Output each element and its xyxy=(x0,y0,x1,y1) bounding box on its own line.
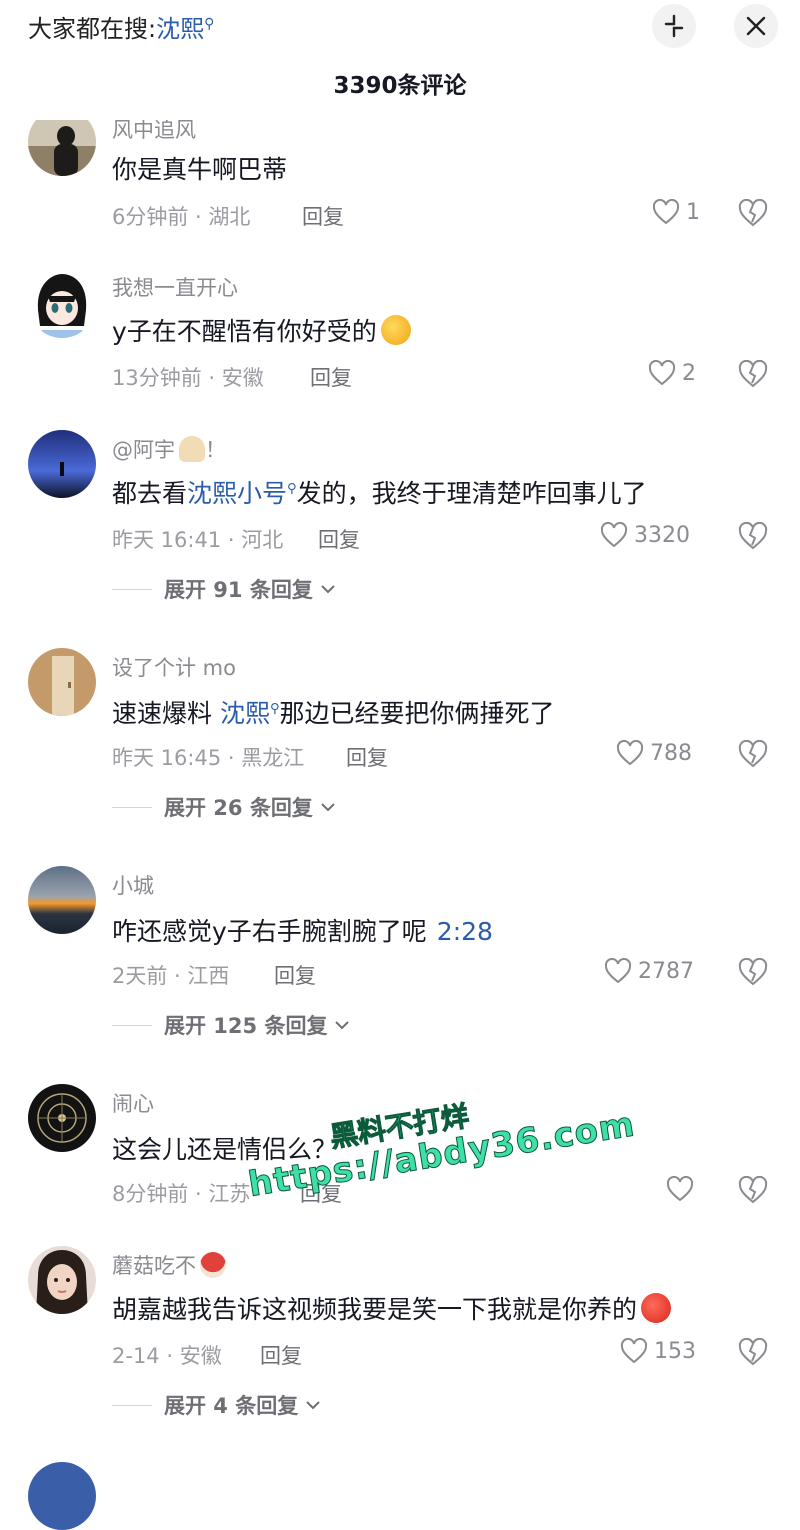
like-button[interactable] xyxy=(666,1176,700,1202)
like-count: 3320 xyxy=(634,522,690,548)
like-count: 153 xyxy=(654,1338,696,1364)
chevron-down-icon xyxy=(321,803,335,812)
dislike-button[interactable] xyxy=(738,739,768,772)
heart-icon xyxy=(666,1176,694,1202)
dislike-button[interactable] xyxy=(738,521,768,554)
comment-meta: 昨天 16:41 · 河北 xyxy=(112,528,284,552)
comment-text: 你是真牛啊巴蒂 xyxy=(112,155,288,184)
heart-icon xyxy=(648,360,676,386)
like-button[interactable]: 153 xyxy=(620,1338,696,1364)
comment-meta: 8分钟前 · 江苏 xyxy=(112,1182,251,1206)
collapse-icon xyxy=(664,14,684,38)
comments-header: 大家都在搜:沈熙⚲ 3390条评论 xyxy=(0,0,800,120)
collapse-button[interactable] xyxy=(652,4,696,48)
comment-username[interactable]: 蘑菇吃不 xyxy=(112,1250,226,1280)
heart-icon xyxy=(652,199,680,225)
dislike-heart-icon xyxy=(738,521,768,550)
avatar[interactable] xyxy=(28,1246,96,1314)
chevron-down-icon xyxy=(321,585,335,594)
dislike-button[interactable] xyxy=(738,1175,768,1208)
like-button[interactable]: 2 xyxy=(648,360,696,386)
comment-username[interactable]: 闹心 xyxy=(112,1088,154,1118)
chevron-down-icon xyxy=(306,1401,320,1410)
dislike-button[interactable] xyxy=(738,957,768,990)
like-button[interactable]: 1 xyxy=(652,199,700,225)
expand-replies-button[interactable]: 展开 125 条回复 xyxy=(112,1010,351,1040)
comment-username[interactable]: 小城 xyxy=(112,870,154,900)
like-count: 788 xyxy=(650,740,692,766)
search-suggestion[interactable]: 大家都在搜:沈熙⚲ xyxy=(28,6,214,47)
comment-username[interactable]: 设了个计 mo xyxy=(112,652,236,682)
dislike-heart-icon xyxy=(738,198,768,227)
dislike-button[interactable] xyxy=(738,1337,768,1370)
close-icon xyxy=(746,16,766,36)
comment-username[interactable]: 我想一直开心 xyxy=(112,272,238,302)
expand-replies-button[interactable]: 展开 4 条回复 xyxy=(112,1390,322,1420)
heart-icon xyxy=(600,522,628,548)
search-glass-icon: ⚲ xyxy=(204,16,215,32)
like-count: 2787 xyxy=(638,958,694,984)
heart-icon xyxy=(616,740,644,766)
search-prefix: 大家都在搜: xyxy=(28,15,157,43)
comment-text: 都去看沈熙小号⚲发的，我终于理清楚咋回事儿了 xyxy=(112,479,647,508)
expand-replies-button[interactable]: 展开 26 条回复 xyxy=(112,792,337,822)
dislike-heart-icon xyxy=(738,739,768,768)
comment-meta: 6分钟前 · 湖北 xyxy=(112,205,251,229)
comment-meta: 2-14 · 安徽 xyxy=(112,1344,222,1368)
comment-text: 咋还感觉y子右手腕割腕了呢 2:28 xyxy=(112,917,493,946)
comment-count: 3390条评论 xyxy=(333,73,467,99)
like-count: 2 xyxy=(682,360,696,386)
comment-text: y子在不醒悟有你好受的 xyxy=(112,312,411,348)
divider-line xyxy=(112,588,152,590)
avatar[interactable] xyxy=(28,1084,96,1152)
reply-button[interactable]: 回复 xyxy=(302,201,344,231)
avatar[interactable] xyxy=(28,270,96,338)
like-button[interactable]: 3320 xyxy=(600,522,690,548)
dumpling-emoji-icon xyxy=(179,436,205,462)
avatar[interactable] xyxy=(28,648,96,716)
comment-text: 速速爆料 沈熙⚲那边已经要把你俩捶死了 xyxy=(112,699,555,728)
reply-button[interactable]: 回复 xyxy=(274,960,316,990)
expand-replies-button[interactable]: 展开 91 条回复 xyxy=(112,574,337,604)
comment-username[interactable]: @阿宇！ xyxy=(112,434,226,464)
dislike-heart-icon xyxy=(738,1337,768,1366)
chevron-down-icon xyxy=(335,1021,350,1030)
search-glass-icon: ⚲ xyxy=(269,701,280,717)
video-timestamp-link[interactable]: 2:28 xyxy=(437,917,493,946)
dislike-button[interactable] xyxy=(738,359,768,392)
like-button[interactable]: 2787 xyxy=(604,958,694,984)
reply-button[interactable]: 回复 xyxy=(318,524,360,554)
heart-icon xyxy=(604,958,632,984)
reply-button[interactable]: 回复 xyxy=(310,362,352,392)
mention-link[interactable]: 沈熙⚲ xyxy=(220,699,280,728)
close-button[interactable] xyxy=(734,4,778,48)
comment-meta: 2天前 · 江西 xyxy=(112,964,230,988)
mushroom-emoji-icon xyxy=(200,1252,226,1278)
avatar[interactable] xyxy=(28,430,96,498)
mention-link[interactable]: 沈熙小号⚲ xyxy=(187,479,297,508)
search-glass-icon: ⚲ xyxy=(287,481,297,497)
comment-meta: 昨天 16:45 · 黑龙江 xyxy=(112,746,305,770)
divider-line xyxy=(112,1404,152,1406)
comment-meta: 13分钟前 · 安徽 xyxy=(112,366,264,390)
reply-button[interactable]: 回复 xyxy=(346,742,388,772)
dislike-heart-icon xyxy=(738,359,768,388)
angry-emoji-icon xyxy=(641,1293,672,1323)
flushed-emoji-icon xyxy=(380,315,411,345)
comment-text: 胡嘉越我告诉这视频我要是笑一下我就是你养的 xyxy=(112,1290,672,1326)
heart-icon xyxy=(620,1338,648,1364)
dislike-button[interactable] xyxy=(738,198,768,231)
dislike-heart-icon xyxy=(738,957,768,986)
avatar[interactable] xyxy=(28,1462,96,1530)
search-keyword[interactable]: 沈熙 xyxy=(156,15,204,43)
like-button[interactable]: 788 xyxy=(616,740,692,766)
avatar[interactable] xyxy=(28,866,96,934)
reply-button[interactable]: 回复 xyxy=(260,1340,302,1370)
divider-line xyxy=(112,806,152,808)
divider-line xyxy=(112,1024,152,1026)
like-count: 1 xyxy=(686,199,700,225)
dislike-heart-icon xyxy=(738,1175,768,1204)
